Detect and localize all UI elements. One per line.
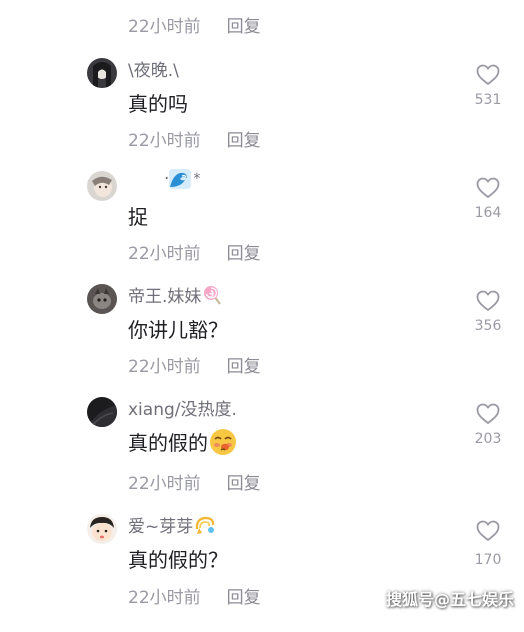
comment-text: 真的假的 (128, 427, 237, 456)
dizzy-emoji-icon (196, 516, 215, 534)
comment-username[interactable]: · * (128, 169, 200, 189)
comment-item: · * 捉 164 22小时前 回复 (0, 169, 524, 289)
like-count: 170 (474, 552, 502, 568)
comment-username[interactable]: 爱~芽芽 (128, 512, 216, 537)
like-button[interactable]: 531 (470, 64, 506, 108)
avatar[interactable] (87, 171, 117, 201)
comment-username[interactable]: 帝王.妹妹 (128, 282, 222, 307)
avatar[interactable] (87, 397, 117, 427)
heart-outline-icon (476, 290, 500, 311)
reply-button[interactable]: 回复 (227, 126, 261, 151)
comment-item: xiang/没热度. 真的假的 203 22小时前 回复 (0, 397, 524, 515)
like-count: 203 (474, 431, 502, 447)
comment-text: 真的假的？ (128, 548, 228, 572)
reply-button[interactable]: 回复 (227, 12, 261, 37)
avatar[interactable] (87, 58, 117, 88)
comment-timestamp: 22小时前 (128, 356, 201, 377)
heart-outline-icon (476, 177, 500, 198)
comment-meta-row: 22小时前 回复 (128, 236, 261, 266)
avatar[interactable] (87, 514, 117, 544)
lollipop-emoji-icon (204, 285, 222, 305)
watermark: 搜狐号@五七娱乐 (385, 590, 514, 609)
comment-timestamp: 22小时前 (128, 130, 201, 151)
avatar[interactable] (87, 284, 117, 314)
reply-button[interactable]: 回复 (227, 469, 261, 494)
comment-item: 爱~芽芽 真的假的？ 170 22小时前 回复 (0, 514, 524, 632)
reply-button[interactable]: 回复 (227, 239, 261, 264)
reply-button[interactable]: 回复 (227, 352, 261, 377)
like-button[interactable]: 203 (470, 403, 506, 447)
comment-meta-row: 22小时前 回复 (128, 349, 261, 379)
comment-item: 帝王.妹妹 你讲儿豁？ 356 22小时前 回复 (0, 284, 524, 402)
like-button[interactable]: 170 (470, 520, 506, 568)
comment-text: 你讲儿豁？ (128, 318, 228, 342)
like-count: 531 (474, 92, 502, 108)
comment-timestamp: 22小时前 (128, 243, 201, 264)
heart-outline-icon (476, 64, 500, 85)
comment-timestamp: 22小时前 (128, 587, 201, 608)
comment-text: 捉 (128, 205, 148, 229)
comment-meta-row: 22小时前 回复 (128, 9, 261, 39)
comment-text: 真的吗 (128, 92, 188, 116)
like-count: 164 (474, 205, 502, 221)
heart-outline-icon (476, 520, 500, 541)
reply-button[interactable]: 回复 (227, 583, 261, 608)
like-button[interactable]: 164 (470, 177, 506, 221)
comment-meta-row: 22小时前 回复 (128, 580, 261, 610)
like-button[interactable]: 356 (470, 290, 506, 334)
comment-username[interactable]: xiang/没热度. (128, 395, 237, 420)
like-count: 356 (474, 318, 502, 334)
heart-outline-icon (476, 403, 500, 424)
comment-meta-row: 22小时前 回复 (128, 466, 261, 496)
comment-timestamp: 22小时前 (128, 16, 201, 37)
comment-meta-row: 22小时前 回复 (128, 123, 261, 153)
wave-emoji-icon (169, 169, 192, 189)
comment-item: \夜晚.\ 真的吗 531 22小时前 回复 (0, 58, 524, 176)
comment-username[interactable]: \夜晚.\ (128, 56, 179, 81)
pleading-face-emoji-icon (210, 428, 236, 455)
comment-timestamp: 22小时前 (128, 473, 201, 494)
